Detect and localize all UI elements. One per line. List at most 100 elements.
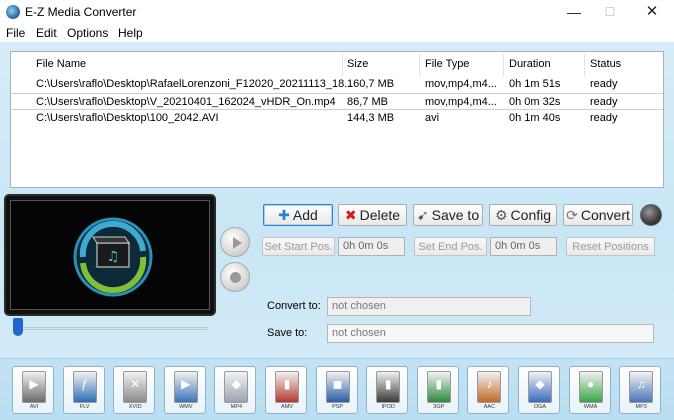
gear-icon: ⚙ [494,207,508,223]
format-glyph-icon: ♫ [636,377,646,391]
config-button-label: Config [510,207,552,223]
cell-file-type: mov,mp4,m4... [425,78,497,90]
format-label: 3GP [433,404,445,410]
format-wma-button[interactable]: ● WMA [568,366,611,414]
svg-text:♫: ♫ [107,249,120,265]
format-glyph-icon: ◆ [535,377,545,391]
format-wmv-button[interactable]: ▶ WMV [163,366,206,414]
reset-positions-button[interactable]: Reset Positions [566,237,655,256]
format-glyph-icon: ▮ [283,377,291,391]
cell-size: 144,3 MB [347,112,395,124]
save-to-field[interactable]: not chosen [327,324,654,343]
play-button[interactable] [220,227,250,257]
column-header-file-type[interactable]: File Type [425,58,469,70]
format-glyph-icon: ♪ [486,377,493,391]
format-amv-button[interactable]: ▮ AMV [265,366,307,414]
menu-edit[interactable]: Edit [36,26,57,40]
menu-help[interactable]: Help [118,26,143,40]
table-row[interactable]: C:\Users\raflo\Desktop\RafaelLorenzoni_F… [11,76,663,93]
format-xvid-button[interactable]: ✕ XVID [113,366,156,414]
menu-file[interactable]: File [6,26,25,40]
cell-file-name: C:\Users\raflo\Desktop\100_2042.AVI [36,112,219,124]
maximize-button[interactable]: ☐ [590,0,630,24]
cell-file-type: mov,mp4,m4... [425,96,497,108]
cell-duration: 0h 1m 40s [509,112,561,124]
format-label: AMV [281,404,293,410]
format-mp3-button[interactable]: ♫ MP3 [619,366,662,414]
window-title: E-Z Media Converter [25,5,137,19]
refresh-icon: ⟳ [566,207,578,223]
menu-options[interactable]: Options [67,26,108,40]
format-3gp-button[interactable]: ▮ 3GP [416,366,459,414]
save-to-label: Save to: [267,327,308,339]
convert-button[interactable]: ⟳ Convert [563,204,633,226]
seek-slider-track[interactable] [14,327,208,330]
cell-file-name: C:\Users\raflo\Desktop\RafaelLorenzoni_F… [36,78,354,90]
table-row[interactable]: C:\Users\raflo\Desktop\100_2042.AVI 144,… [11,110,663,127]
format-oga-button[interactable]: ◆ OGA [518,366,560,414]
format-glyph-icon: ● [586,377,595,391]
menu-bar: File Edit Options Help [0,24,674,42]
stop-button[interactable] [220,262,250,292]
add-button-label: Add [292,207,318,223]
start-position-field[interactable]: 0h 0m 0s [338,237,405,256]
plus-icon: ✚ [278,207,290,223]
format-label: WMV [179,404,193,410]
column-separator [342,54,343,76]
set-start-position-button[interactable]: Set Start Pos. [262,237,335,256]
column-header-status[interactable]: Status [590,58,621,70]
close-button[interactable]: ✕ [632,0,672,24]
convert-button-label: Convert [580,207,630,223]
config-button[interactable]: ⚙ Config [489,204,557,226]
cell-duration: 0h 0m 32s [509,96,561,108]
video-preview: ♫ [6,196,214,314]
set-end-position-button[interactable]: Set End Pos. [414,237,487,256]
column-header-file-name[interactable]: File Name [36,58,86,70]
convert-to-field[interactable]: not chosen [327,297,531,316]
format-aac-button[interactable]: ♪ AAC [467,366,510,414]
column-header-size[interactable]: Size [347,58,368,70]
delete-button[interactable]: ✖ Delete [338,204,407,226]
convert-to-label: Convert to: [267,300,321,312]
format-label: MP4 [230,404,243,410]
cell-size: 86,7 MB [347,96,388,108]
format-glyph-icon: ▶ [181,377,191,391]
cell-status: ready [590,96,618,108]
convert-status-knob[interactable] [640,204,662,226]
cell-duration: 0h 1m 51s [509,78,561,90]
format-flv-button[interactable]: ƒ FLV [62,366,105,414]
format-avi-button[interactable]: ▶ AVI [12,366,54,414]
format-glyph-icon: ◆ [231,377,241,391]
media-converter-logo-icon: ♫ [73,217,153,297]
seek-slider-handle[interactable] [13,318,23,336]
table-row[interactable]: C:\Users\raflo\Desktop\V_20210401_162024… [11,93,663,110]
format-label: MP3 [635,404,647,410]
save-arrow-icon: ➹ [416,207,429,223]
delete-button-label: Delete [359,207,401,223]
format-glyph-icon: ▮ [435,377,443,391]
format-mp4-button[interactable]: ◆ MP4 [214,366,257,414]
column-header-duration[interactable]: Duration [509,58,551,70]
format-label: IPOD [381,404,395,410]
save-to-button[interactable]: ➹ Save to [413,204,483,226]
format-glyph-icon: ▮ [384,377,392,391]
format-psp-button[interactable]: ◼ PSP [315,366,358,414]
file-table[interactable]: File Name Size File Type Duration Status… [10,51,664,188]
format-glyph-icon: ƒ [81,377,88,391]
format-label: PSP [332,404,344,410]
column-separator [419,54,420,76]
format-ipod-button[interactable]: ▮ IPOD [366,366,409,414]
video-screen: ♫ [10,200,210,310]
format-label: OGA [533,404,547,410]
cell-status: ready [590,112,618,124]
format-glyph-icon: ▶ [29,377,39,391]
format-glyph-icon: ◼ [332,377,343,391]
cell-status: ready [590,78,618,90]
end-position-field[interactable]: 0h 0m 0s [490,237,557,256]
column-separator [503,54,504,76]
add-button[interactable]: ✚ Add [263,204,333,226]
minimize-button[interactable]: — [554,0,594,24]
format-label: FLV [79,404,90,410]
format-glyph-icon: ✕ [130,377,141,391]
title-bar: E-Z Media Converter — ☐ ✕ [0,0,674,24]
